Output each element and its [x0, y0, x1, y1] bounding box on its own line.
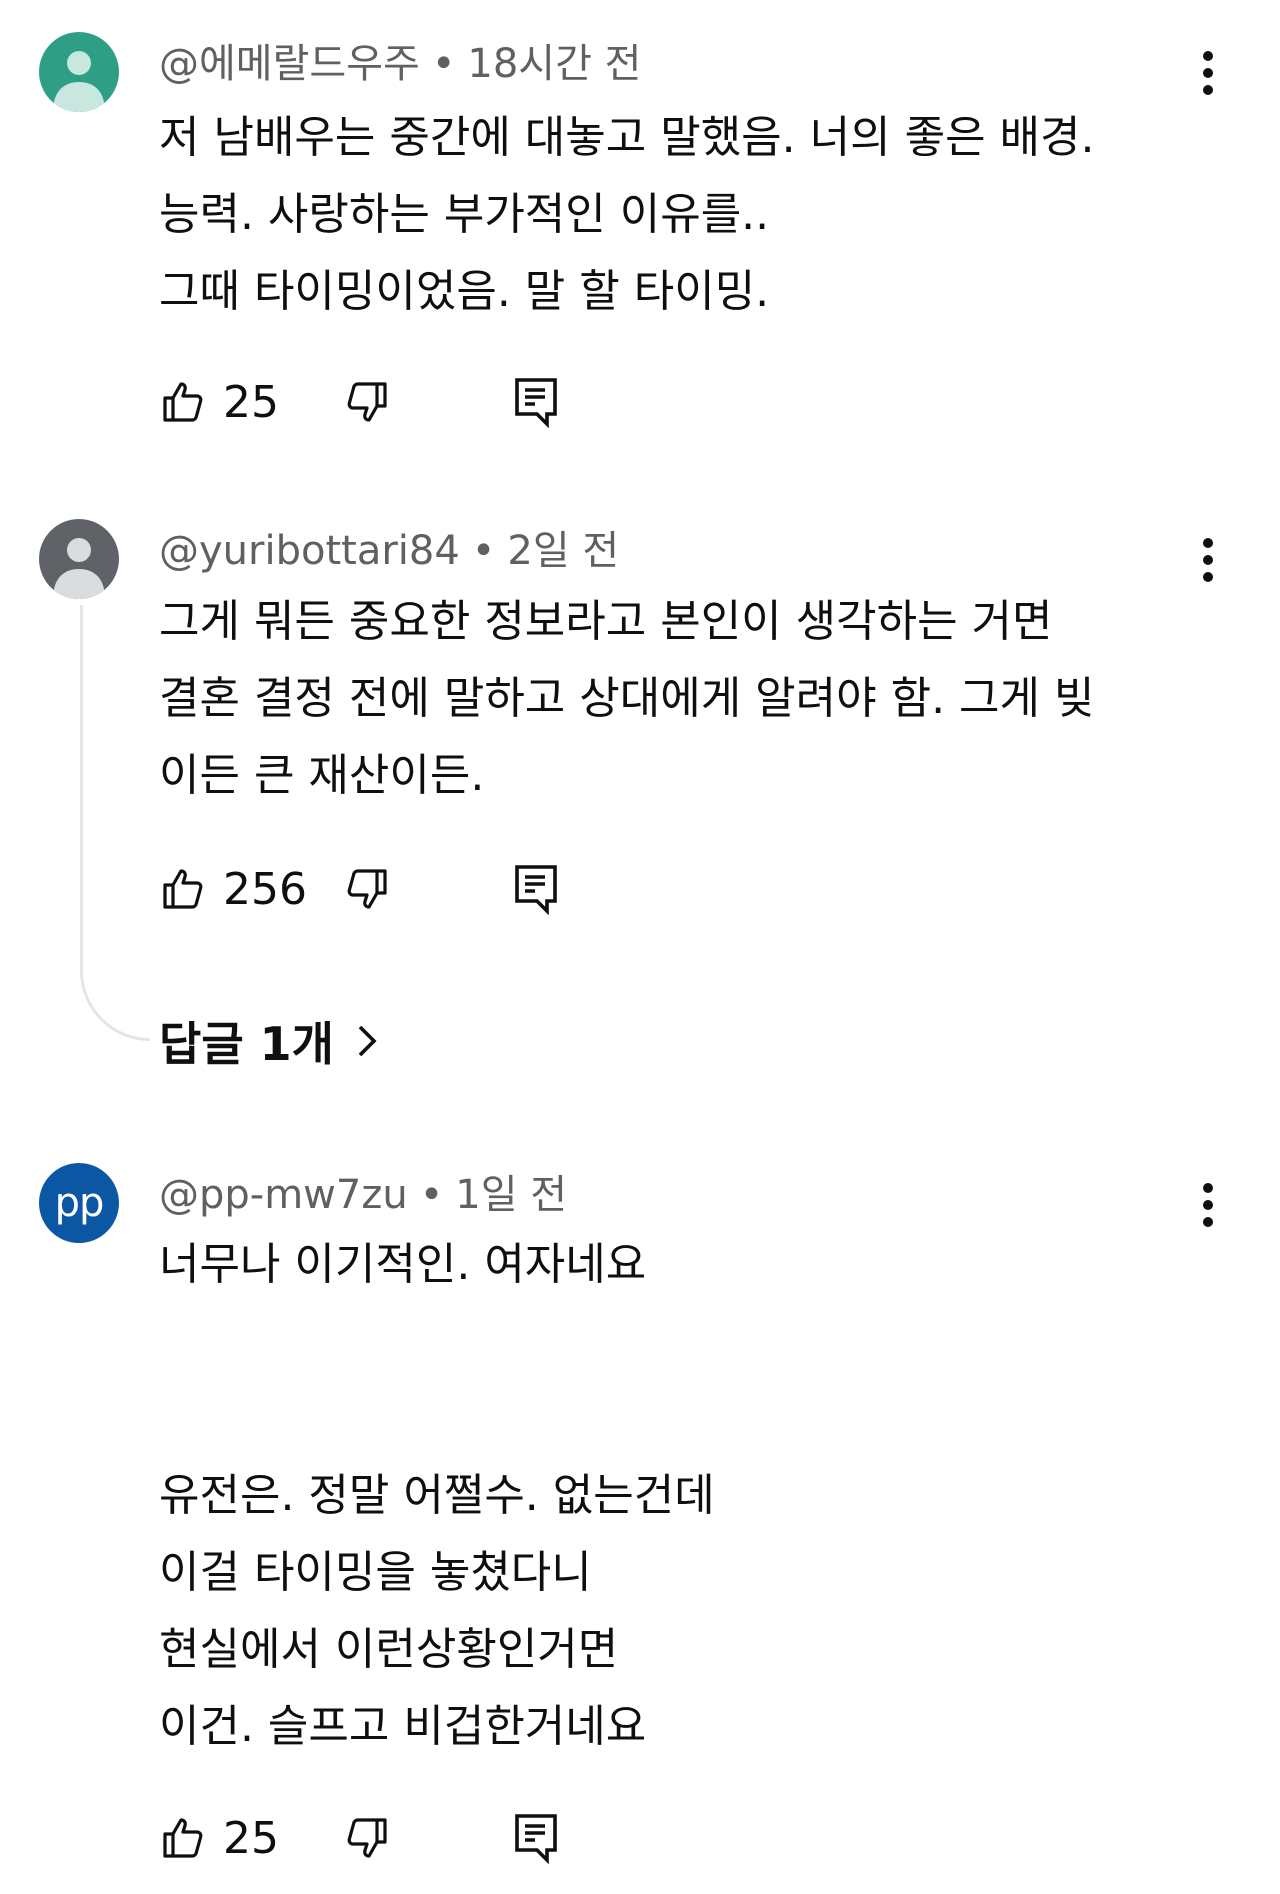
author-name[interactable]: @yuribottari84: [159, 528, 460, 574]
more-vert-icon: [1203, 538, 1213, 582]
comment-text: 저 남배우는 중간에 대놓고 말했음. 너의 좋은 배경. 능력. 사랑하는 부…: [159, 112, 1095, 317]
comment-time[interactable]: 2일 전: [507, 528, 619, 574]
view-replies-button[interactable]: 답글 1개: [159, 1006, 378, 1076]
like-button[interactable]: 256: [159, 859, 307, 919]
dislike-button[interactable]: [343, 859, 391, 919]
dislike-button[interactable]: [343, 372, 391, 432]
thread-line: [80, 605, 150, 1041]
person-icon: [39, 519, 119, 599]
comment-meta: @pp-mw7zu • 1일 전: [159, 1170, 567, 1220]
meta-separator: •: [419, 1172, 444, 1218]
comment-time[interactable]: 1일 전: [455, 1172, 567, 1218]
meta-separator: •: [431, 41, 456, 87]
thumbs-up-icon: [163, 1818, 203, 1858]
comment-actions: 256: [159, 859, 719, 919]
comment-time[interactable]: 18시간 전: [467, 41, 641, 87]
avatar[interactable]: pp: [39, 1163, 119, 1243]
chevron-right-icon: [356, 1023, 378, 1059]
comment-meta: @에메랄드우주 • 18시간 전: [159, 39, 641, 89]
thumbs-down-icon: [347, 869, 387, 909]
avatar-initials: pp: [54, 1180, 105, 1226]
comment-actions: 25: [159, 372, 719, 432]
reply-button[interactable]: [513, 372, 559, 432]
like-button[interactable]: 25: [159, 372, 279, 432]
meta-separator: •: [471, 528, 496, 574]
reply-icon: [515, 1814, 557, 1864]
comment-text: 그게 뭐든 중요한 정보라고 본인이 생각하는 거면 결혼 결정 전에 말하고 …: [159, 596, 1095, 801]
thumbs-down-icon: [347, 382, 387, 422]
thumbs-up-icon: [163, 869, 203, 909]
more-button[interactable]: [1188, 530, 1228, 590]
more-button[interactable]: [1188, 43, 1228, 103]
thumbs-down-icon: [347, 1818, 387, 1858]
like-count: 25: [223, 1812, 279, 1864]
avatar[interactable]: [39, 32, 119, 112]
thumbs-up-icon: [163, 382, 203, 422]
comment-actions: 25: [159, 1808, 719, 1868]
reply-button[interactable]: [513, 859, 559, 919]
comment-meta: @yuribottari84 • 2일 전: [159, 526, 619, 576]
like-button[interactable]: 25: [159, 1808, 279, 1868]
more-vert-icon: [1203, 51, 1213, 95]
more-vert-icon: [1203, 1183, 1213, 1227]
replies-label: 답글 1개: [159, 1017, 334, 1071]
like-count: 256: [223, 863, 307, 915]
like-count: 25: [223, 376, 279, 428]
dislike-button[interactable]: [343, 1808, 391, 1868]
author-name[interactable]: @에메랄드우주: [159, 41, 420, 87]
comment-text: 너무나 이기적인. 여자네요 유전은. 정말 어쩔수. 없는건데 이걸 타이밍을…: [159, 1239, 715, 1752]
reply-button[interactable]: [513, 1808, 559, 1868]
author-name[interactable]: @pp-mw7zu: [159, 1172, 408, 1218]
reply-icon: [515, 378, 557, 428]
reply-icon: [515, 865, 557, 915]
person-icon: [39, 32, 119, 112]
avatar[interactable]: [39, 519, 119, 599]
